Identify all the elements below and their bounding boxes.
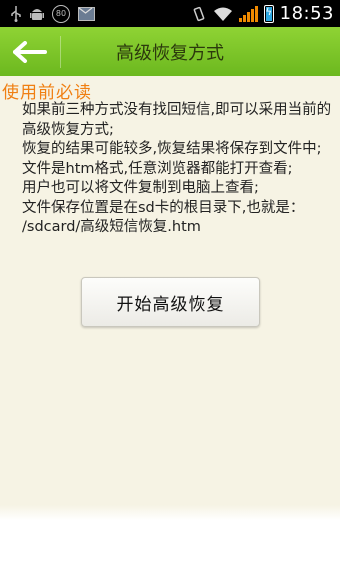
file-path: /sdcard/高级短信恢复.htm: [22, 219, 201, 235]
signal-icon: [238, 5, 258, 22]
clock: 18:53: [279, 3, 334, 24]
back-button[interactable]: [0, 27, 60, 76]
usb-icon: [10, 5, 22, 22]
instructions: 如果前三种方式没有找回短信,即可以采用当前的高级恢复方式; 恢复的结果可能较多,…: [22, 101, 332, 238]
title-bar: 高级恢复方式: [0, 27, 340, 76]
system-icons: ϟ 18:53: [191, 3, 340, 24]
instruction-line: 文件是htm格式,任意浏览器都能打开查看;: [22, 160, 293, 177]
bottom-area: [0, 505, 340, 566]
notification-icons: 80: [0, 4, 95, 23]
status-bar: 80 ϟ 18:53: [0, 0, 340, 27]
start-advanced-recovery-button[interactable]: 开始高级恢复: [81, 277, 260, 327]
mail-icon: [78, 6, 95, 21]
wifi-icon: [213, 6, 233, 22]
battery-charging-icon: ϟ: [263, 4, 274, 23]
vibrate-icon: [191, 6, 207, 22]
back-arrow-icon: [13, 40, 47, 63]
instruction-line: 用户也可以将文件复制到电脑上查看;: [22, 180, 259, 196]
back-divider: [60, 35, 61, 68]
instruction-line: 如果前三种方式没有找回短信,即可以采用当前的高级恢复方式;: [22, 102, 332, 138]
notice-heading: 使用前必读: [2, 83, 92, 103]
circle-80-icon: 80: [52, 4, 70, 23]
instruction-line: 文件保存位置是在sd卡的根目录下,也就是：: [22, 199, 305, 216]
android-debug-icon: [30, 6, 44, 22]
instruction-line: 恢复的结果可能较多,恢复结果将保存到文件中;: [22, 141, 322, 157]
